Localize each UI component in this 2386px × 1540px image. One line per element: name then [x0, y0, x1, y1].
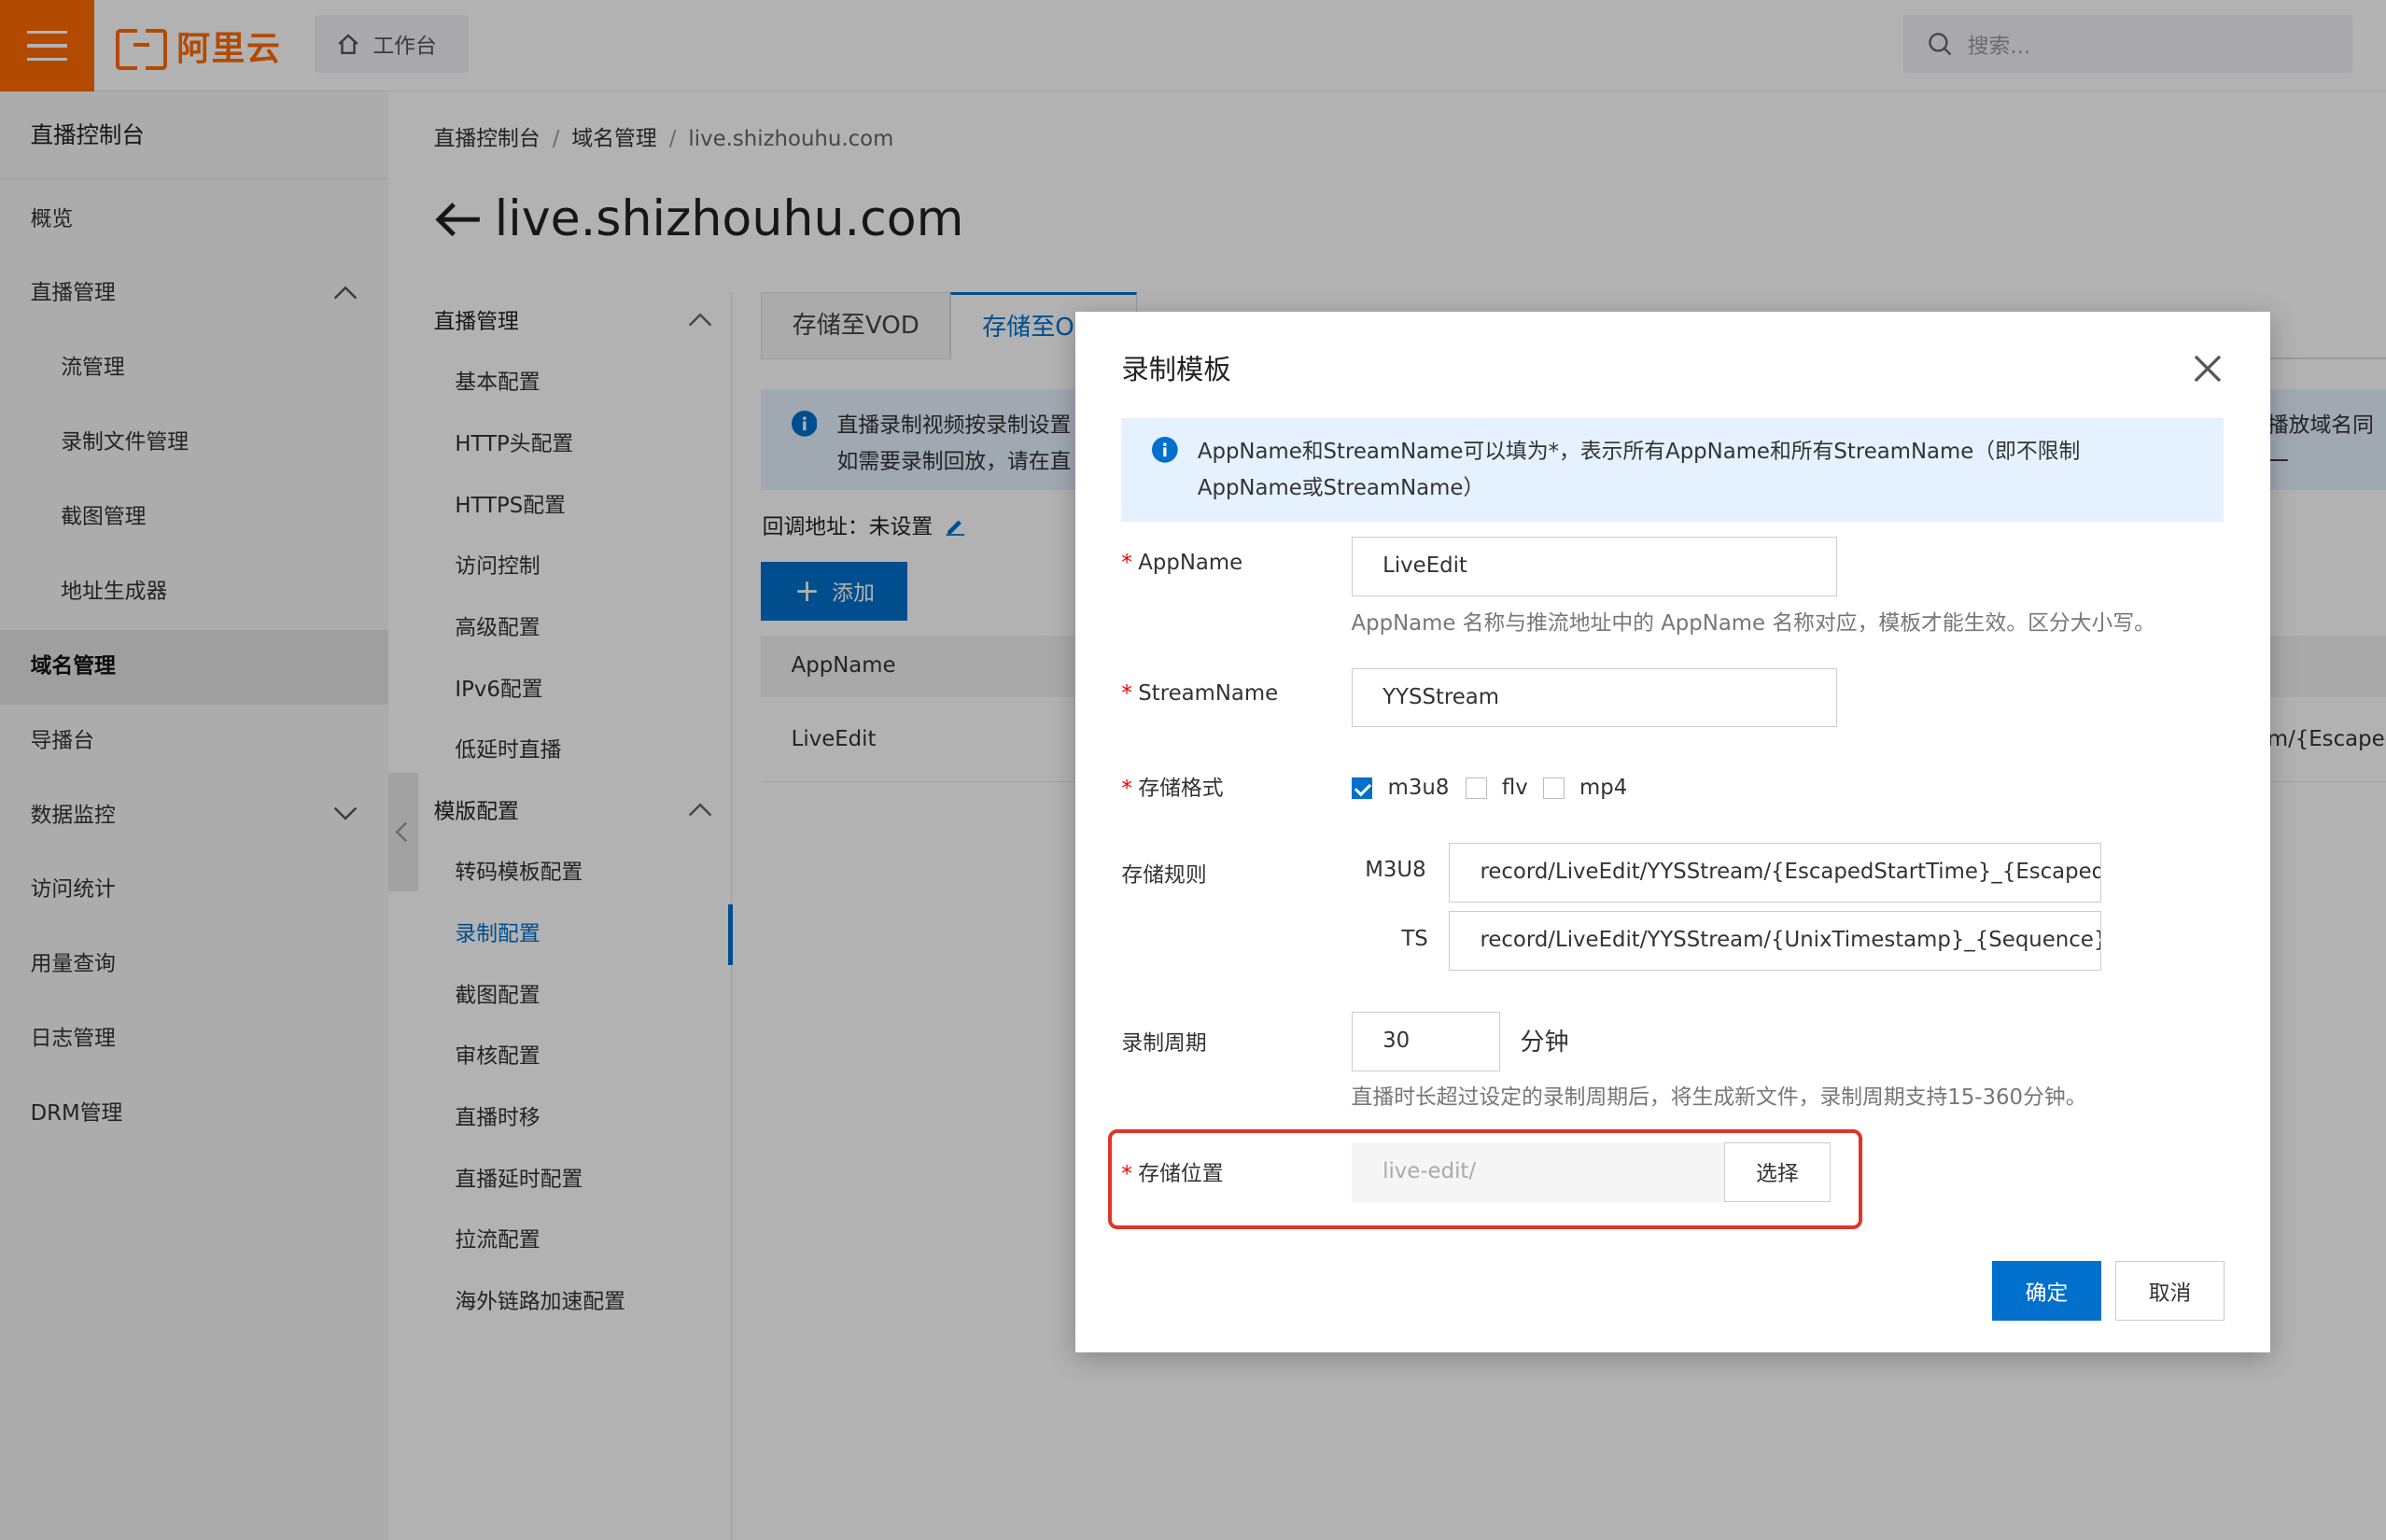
- format-label-text: 存储格式: [1138, 777, 1224, 802]
- confirm-button[interactable]: 确定: [1991, 1261, 2102, 1321]
- appname-input[interactable]: LiveEdit: [1351, 537, 1837, 596]
- dialog-title: 录制模板: [1121, 354, 1231, 386]
- close-icon[interactable]: [2191, 352, 2225, 385]
- dialog-info-note: AppName和StreamName可以填为*，表示所有AppName和所有St…: [1121, 418, 2224, 523]
- checkbox-label: m3u8: [1387, 776, 1450, 801]
- checkbox-label: flv: [1501, 776, 1528, 801]
- note-text: AppName和StreamName可以填为*，表示所有AppName和所有St…: [1197, 439, 2081, 500]
- streamname-label-text: StreamName: [1138, 681, 1279, 707]
- streamname-label: * StreamName: [1121, 681, 1279, 707]
- info-icon: [1151, 436, 1178, 463]
- period-unit: 分钟: [1520, 1029, 1569, 1057]
- cancel-button[interactable]: 取消: [2114, 1261, 2225, 1321]
- highlight-annotation: [1107, 1128, 1863, 1230]
- ts-rule-input[interactable]: record/LiveEdit/YYSStream/{UnixTimestamp…: [1448, 911, 2102, 971]
- period-input[interactable]: 30: [1351, 1012, 1501, 1071]
- period-label: 录制周期: [1121, 1030, 1207, 1056]
- checkbox-unchecked-icon: [1465, 777, 1487, 799]
- checkbox-unchecked-icon: [1542, 777, 1565, 799]
- m3u8-rule-label: M3U8: [1365, 858, 1426, 883]
- appname-label-text: AppName: [1138, 551, 1243, 576]
- appname-label: * AppName: [1121, 551, 1243, 576]
- checkbox-mp4[interactable]: mp4: [1542, 776, 1628, 801]
- m3u8-rule-input[interactable]: record/LiveEdit/YYSStream/{EscapedStartT…: [1448, 843, 2102, 903]
- appname-hint: AppName 名称与推流地址中的 AppName 名称对应，模板才能生效。区分…: [1351, 610, 2155, 636]
- ts-rule-label: TS: [1401, 926, 1428, 951]
- format-label: * 存储格式: [1121, 777, 1224, 802]
- checkbox-flv[interactable]: flv: [1465, 776, 1528, 801]
- period-hint: 直播时长超过设定的录制周期后，将生成新文件，录制周期支持15-360分钟。: [1351, 1085, 2087, 1111]
- streamname-input[interactable]: YYSStream: [1351, 667, 1837, 728]
- checkbox-m3u8[interactable]: m3u8: [1351, 776, 1450, 801]
- checkbox-label: mp4: [1579, 776, 1628, 801]
- checkbox-checked-icon: [1351, 777, 1373, 799]
- rule-label: 存储规则: [1121, 863, 1207, 889]
